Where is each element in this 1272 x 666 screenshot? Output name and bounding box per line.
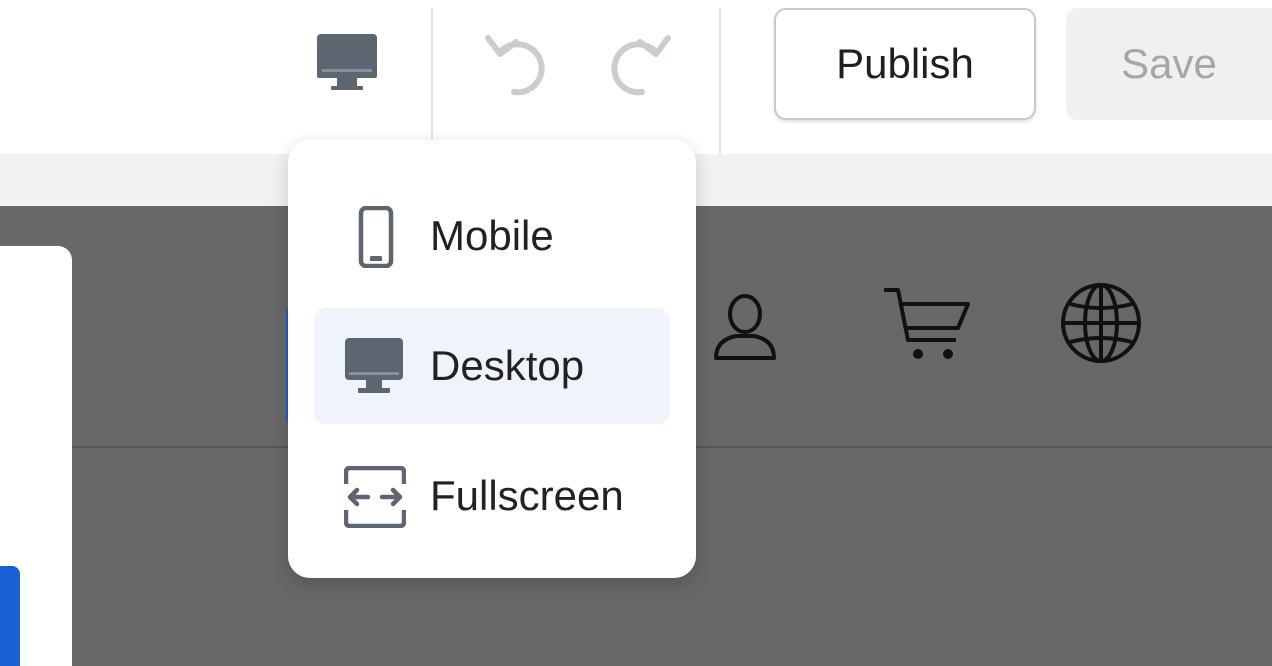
publish-button[interactable]: Publish <box>774 8 1036 120</box>
toolbar-divider <box>431 8 433 142</box>
side-panel-accent[interactable] <box>0 566 20 666</box>
menu-item-mobile[interactable]: Mobile <box>314 178 670 294</box>
toolbar-divider <box>719 8 721 154</box>
undo-icon <box>485 35 545 96</box>
menu-item-label: Mobile <box>430 212 554 259</box>
preview-language-button[interactable] <box>1058 280 1144 366</box>
user-icon <box>714 294 776 360</box>
menu-item-label: Fullscreen <box>430 472 624 519</box>
save-button[interactable]: Save <box>1066 8 1272 120</box>
device-switcher-button[interactable] <box>300 18 390 108</box>
undo-button[interactable] <box>474 20 564 110</box>
preview-account-button[interactable] <box>706 286 784 364</box>
fullscreen-icon <box>344 466 406 528</box>
menu-item-fullscreen[interactable]: Fullscreen <box>314 438 670 554</box>
redo-button[interactable] <box>592 20 682 110</box>
device-dropdown-menu: Mobile Desktop Fullscreen <box>288 140 696 578</box>
cart-icon <box>884 288 970 359</box>
globe-icon <box>1061 283 1141 363</box>
desktop-icon <box>317 34 377 90</box>
menu-item-label: Desktop <box>430 342 585 389</box>
menu-item-desktop[interactable]: Desktop <box>314 308 670 424</box>
desktop-icon <box>345 338 403 393</box>
preview-cart-button[interactable] <box>878 284 974 368</box>
mobile-icon <box>358 206 394 268</box>
redo-icon <box>611 35 671 96</box>
